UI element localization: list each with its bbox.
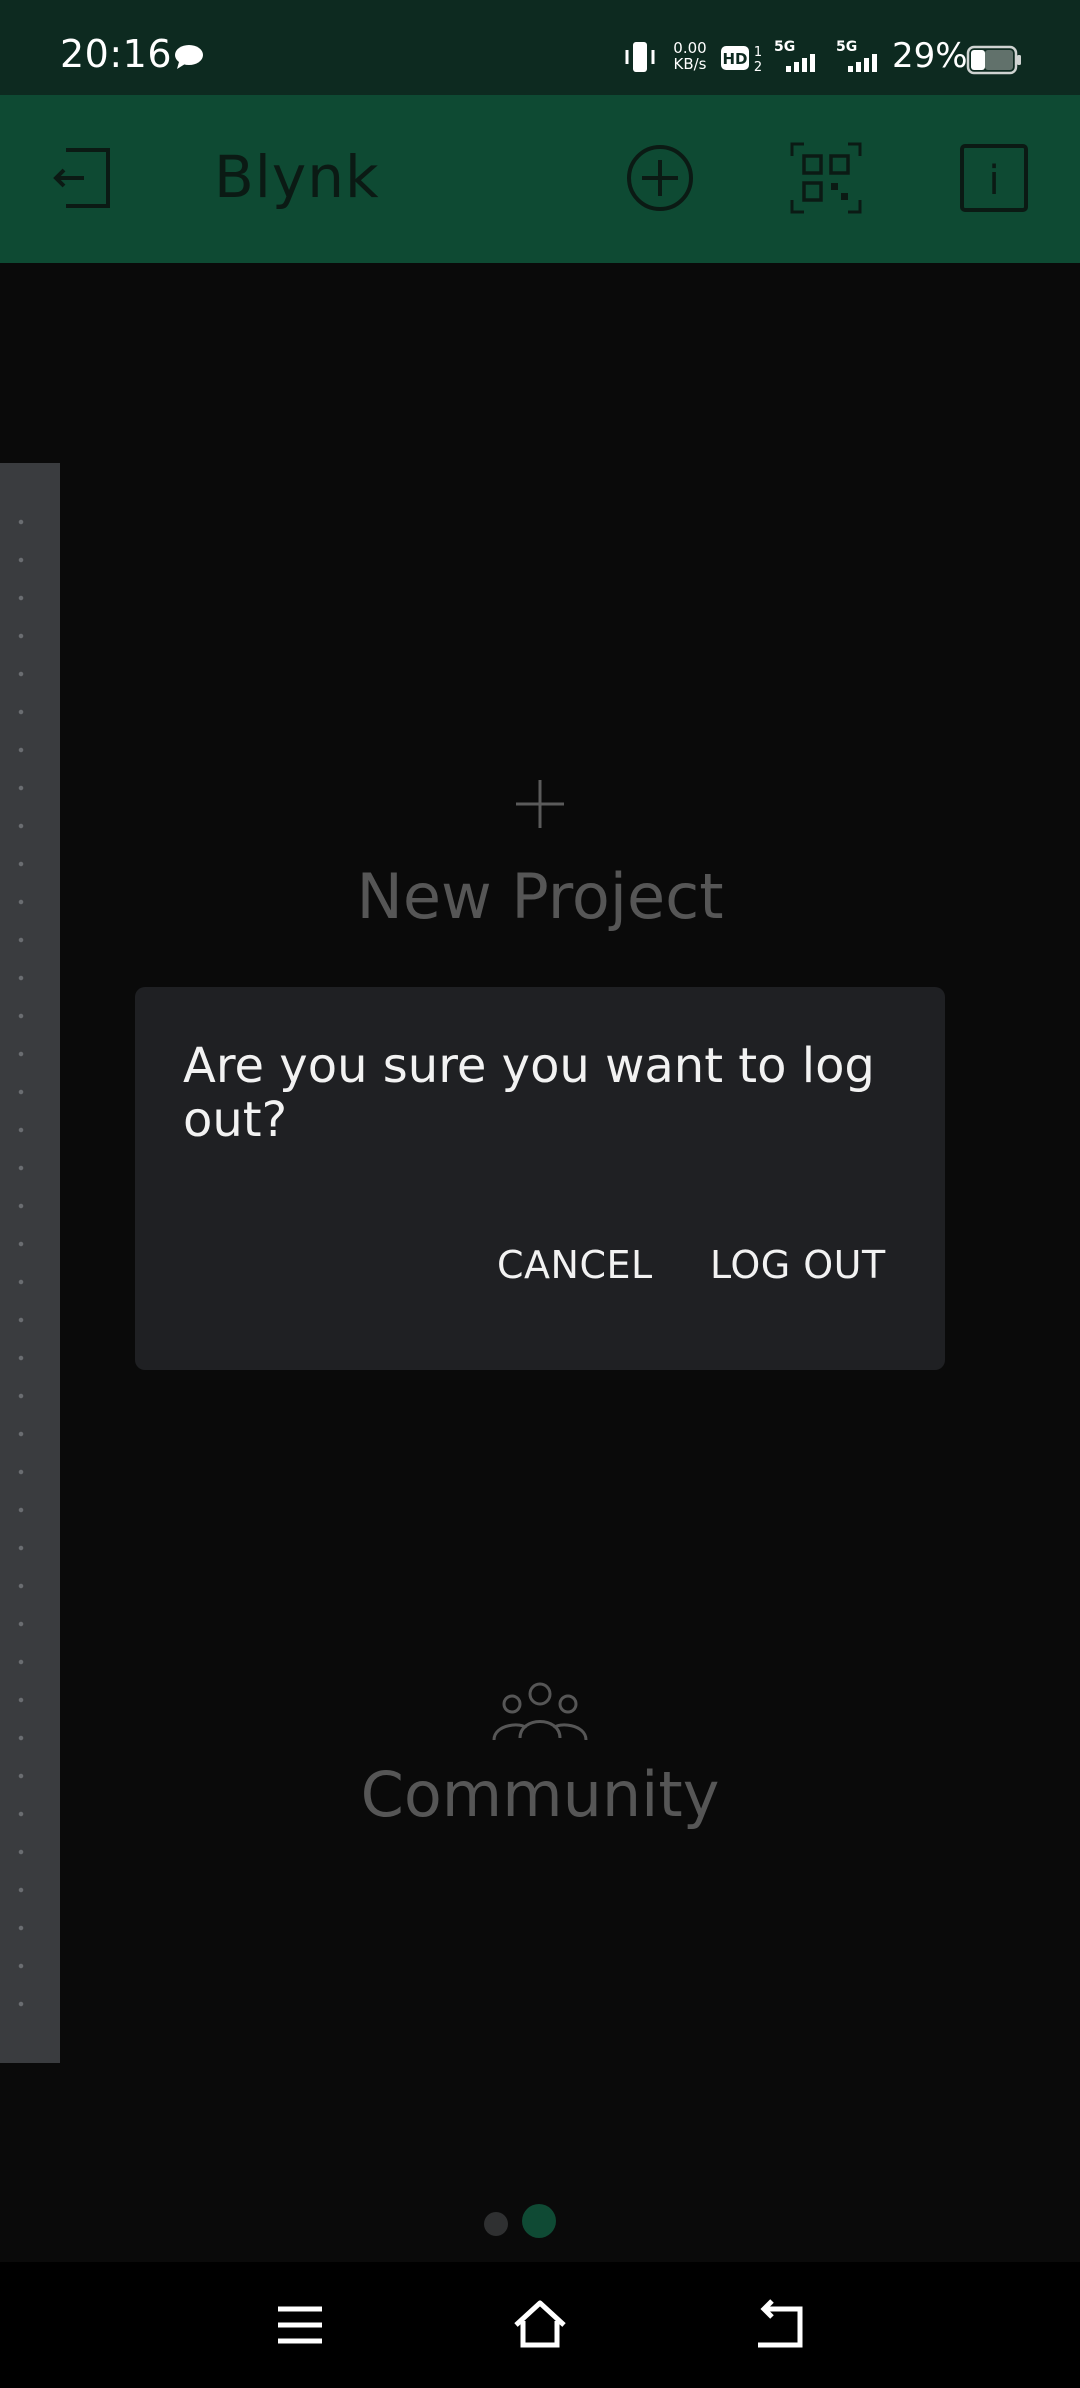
battery-icon xyxy=(966,45,1021,75)
menu-icon[interactable] xyxy=(272,2297,328,2353)
status-time: 20:16 xyxy=(60,32,173,76)
page-dot-active[interactable] xyxy=(522,2204,556,2238)
status-bar: 20:16 0.00 KB/s HD 1 2 5G 5G 29% xyxy=(0,0,1080,95)
qr-code-icon[interactable] xyxy=(790,142,862,214)
info-icon[interactable]: i xyxy=(958,142,1030,214)
vibrate-icon xyxy=(625,42,655,72)
battery-percent: 29% xyxy=(892,36,968,76)
community-label: Community xyxy=(360,1758,720,1831)
back-icon[interactable] xyxy=(752,2297,808,2353)
sim2-label: 2 xyxy=(754,60,762,74)
network1-label: 5G xyxy=(774,39,795,55)
message-icon xyxy=(175,45,203,69)
signal-icon: 5G xyxy=(836,39,877,72)
network2-label: 5G xyxy=(836,39,857,55)
page-dot[interactable] xyxy=(484,2212,508,2236)
logout-icon[interactable] xyxy=(48,142,120,214)
home-icon[interactable] xyxy=(512,2297,568,2353)
speed-value: 0.00 xyxy=(673,39,707,57)
logout-dialog: Are you sure you want to log out? CANCEL… xyxy=(135,987,945,1370)
speed-unit: KB/s xyxy=(673,55,707,73)
page-indicator xyxy=(484,2204,604,2240)
new-project-label: New Project xyxy=(356,860,724,933)
community-icon xyxy=(492,1682,588,1741)
hd-icon: HD 1 2 xyxy=(721,45,762,74)
signal-icon: 5G xyxy=(774,39,815,72)
cancel-button[interactable]: CANCEL xyxy=(497,1243,653,1287)
network-speed: 0.00 KB/s xyxy=(668,40,712,72)
plus-icon xyxy=(516,780,564,828)
dialog-message: Are you sure you want to log out? xyxy=(183,1038,875,1148)
info-glyph: i xyxy=(988,158,999,204)
app-bar: Blynk i xyxy=(0,95,1080,263)
add-icon[interactable] xyxy=(624,142,696,214)
app-title: Blynk xyxy=(214,143,380,211)
hd-label: HD xyxy=(722,50,747,68)
log-out-button[interactable]: LOG OUT xyxy=(710,1243,886,1287)
system-nav-bar xyxy=(0,2262,1080,2388)
sim1-label: 1 xyxy=(754,45,762,60)
